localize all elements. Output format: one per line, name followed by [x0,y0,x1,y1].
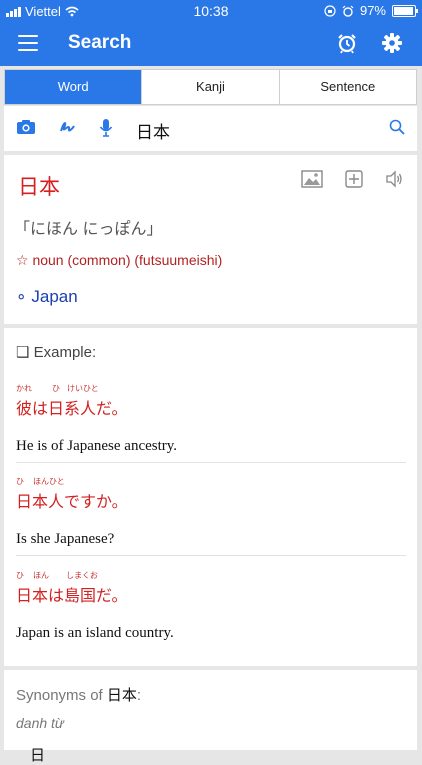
example-item: ひ ほん しまくお 日本は島国だ。 Japan is an island cou… [16,570,406,642]
camera-icon[interactable] [16,119,36,135]
examples-heading: ❑ Example: [16,344,97,361]
alarm-icon[interactable] [336,32,358,54]
example-furigana: ひ ほんひと [16,477,65,486]
status-bar: Viettel 10:38 97% [0,0,422,22]
tab-kanji[interactable]: Kanji [142,70,280,104]
tab-word[interactable]: Word [5,70,143,104]
handwriting-icon[interactable] [58,119,76,135]
page-title: Search [68,32,132,53]
menu-icon[interactable] [18,35,38,53]
example-english: Is she Japanese? [16,531,115,547]
synonyms-card: Synonyms of 日本: danh từ 日 [4,670,417,764]
tab-sentence[interactable]: Sentence [280,70,416,104]
entry-reading: 「にほん にっぽん」 [14,221,163,238]
search-bar: 日本 [4,106,417,151]
microphone-icon[interactable] [99,119,113,137]
examples-card: ❑ Example: かれ ひ けいひと 彼は日系人だ。 He is of Ja… [4,328,417,666]
image-icon[interactable] [301,170,323,188]
nav-bar: Search [0,22,422,66]
example-furigana: ひ ほん しまくお [16,571,98,580]
gear-icon[interactable] [382,33,402,53]
search-input[interactable]: 日本 [136,118,170,143]
example-japanese: 日本人ですか。 [16,494,128,511]
search-mode-tabs: Word Kanji Sentence [4,69,417,105]
example-japanese: 彼は日系人だ。 [16,401,128,418]
synonym-item[interactable]: 日 [30,744,45,765]
example-furigana: かれ ひ けいひと [16,384,99,393]
orientation-lock-icon [324,4,336,17]
search-icon[interactable] [389,119,405,135]
example-item: かれ ひ けいひと 彼は日系人だ。 He is of Japanese ance… [16,383,406,463]
battery-percent: 97% [359,3,386,18]
speaker-icon[interactable] [385,170,403,188]
example-english: Japan is an island country. [16,625,174,641]
alarm-status-icon [342,5,354,17]
example-english: He is of Japanese ancestry. [16,438,178,454]
word-entry-card: 日本 「にほん にっぽん」 ☆ noun (common) (futsuumei… [4,155,417,324]
synonyms-word-type: danh từ [16,715,64,731]
battery-icon [392,4,418,17]
entry-meaning: ∘ Japan [16,287,78,306]
part-of-speech: ☆ noun (common) (futsuumeishi) [16,252,223,268]
entry-word: 日本 [18,176,60,199]
divider [16,555,406,556]
divider [16,462,406,463]
example-japanese: 日本は島国だ。 [16,588,128,605]
add-icon[interactable] [345,170,363,188]
synonyms-heading: Synonyms of 日本: [16,687,142,704]
example-item: ひ ほんひと 日本人ですか。 Is she Japanese? [16,476,406,556]
